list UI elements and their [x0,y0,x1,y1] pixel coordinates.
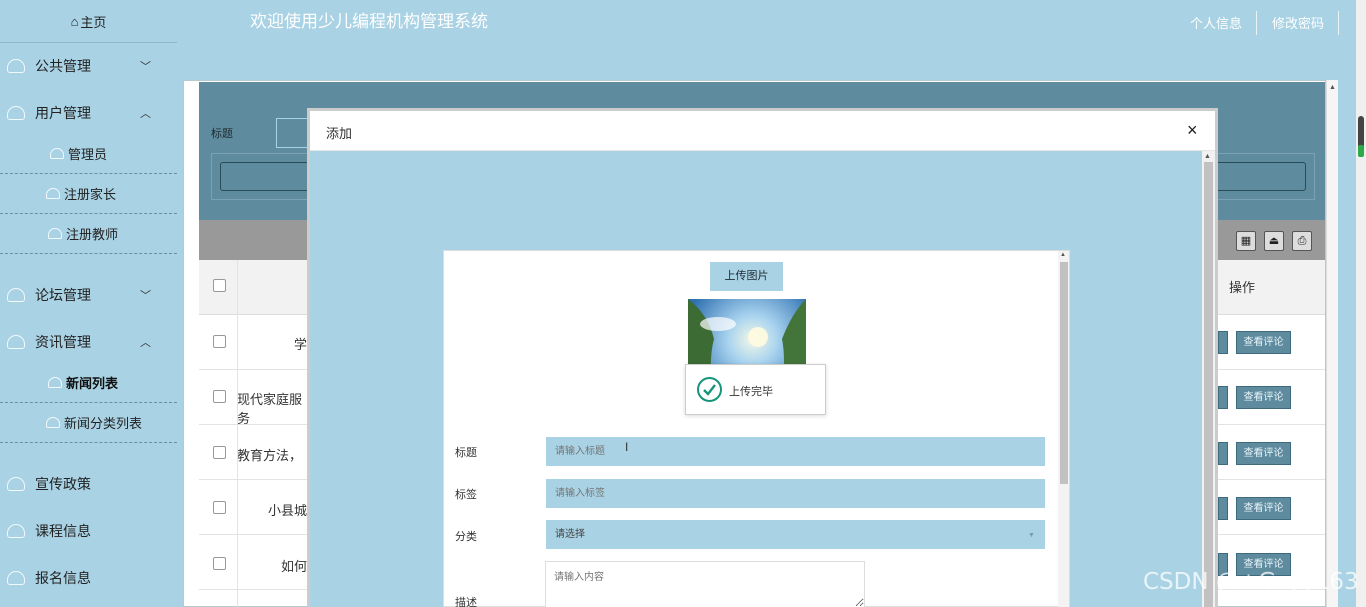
view-comments-button[interactable]: 查看评论 [1236,386,1291,409]
cloud-icon [48,377,62,388]
upload-image-button[interactable]: 上传图片 [710,262,783,291]
cloud-icon [50,148,64,159]
app-title: 欢迎使用少儿编程机构管理系统 [250,12,488,31]
menu-label: 课程信息 [35,523,91,539]
row-checkbox[interactable] [213,501,226,514]
home-icon: ⌂ [70,13,79,29]
row-checkbox[interactable] [213,390,226,403]
category-select[interactable]: 请选择 [546,520,1045,549]
profile-link[interactable]: 个人信息 [1190,13,1242,32]
view-comments-button[interactable]: 查看评论 [1236,497,1291,520]
dialog-title: 添加 [326,126,353,141]
cloud-icon [7,477,25,491]
cloud-icon [46,417,60,428]
view-comments-button[interactable]: 查看评论 [1236,442,1291,465]
close-icon[interactable]: × [1187,120,1198,140]
menu-public-management[interactable]: 公共管理 ﹀ [0,46,177,86]
cloud-icon [7,106,25,120]
category-field-label: 分类 [455,531,477,543]
cloud-icon [7,571,25,585]
menu-courses[interactable]: 课程信息 [0,511,177,551]
export-icon[interactable]: ⏏ [1264,231,1284,251]
scroll-up-icon[interactable]: ▲ [1329,84,1336,91]
sidebar-item-admin[interactable]: 管理员 [0,134,177,174]
cloud-icon [7,59,25,73]
form-scroll-thumb[interactable] [1060,262,1068,484]
sidebar-item-label: 注册教师 [66,227,119,242]
cloud-icon [48,228,62,239]
menu-label: 宣传政策 [35,476,91,492]
menu-label: 报名信息 [35,570,91,586]
cloud-icon [46,188,60,199]
sidebar-item-news-list[interactable]: 新闻列表 [0,363,177,403]
sidebar: ⌂ 主页 公共管理 ﹀ 用户管理 ︿ 管理员 注册家长 注册教师 论坛管理 ﹀ … [0,0,177,607]
home-label: 主页 [80,14,107,30]
menu-label: 论坛管理 [35,287,91,303]
chevron-up-icon: ︿ [140,108,151,120]
scroll-up-icon[interactable]: ▲ [1060,252,1066,258]
row-checkbox[interactable] [213,446,226,459]
page-scrollbar[interactable] [1356,0,1366,607]
row-title: 现代家庭服务 [237,392,303,426]
description-field-label: 描述 [455,597,477,607]
menu-user-management[interactable]: 用户管理 ︿ [0,93,177,133]
sidebar-item-label: 新闻列表 [66,376,119,391]
scroll-up-icon[interactable]: ▲ [1204,153,1211,160]
sidebar-item-teachers[interactable]: 注册教师 [0,214,177,254]
grid-view-icon[interactable]: ▦ [1236,231,1256,251]
scroll-indicator [1358,145,1364,157]
row-title: 小县城 [267,503,307,518]
row-title: 如何 [280,559,307,574]
chevron-up-icon: ︿ [140,337,151,349]
dialog-header [310,111,1215,151]
menu-forum-management[interactable]: 论坛管理 ﹀ [0,275,177,315]
menu-label: 用户管理 [35,105,91,121]
chevron-down-icon[interactable]: ▼ [1028,532,1035,539]
text-cursor-icon: I [625,440,629,454]
change-password-link[interactable]: 修改密码 [1272,13,1324,32]
cloud-icon [7,335,25,349]
menu-enrollment[interactable]: 报名信息 [0,558,177,598]
row-edit-button[interactable] [1218,331,1228,354]
row-edit-button[interactable] [1218,497,1228,520]
menu-policy[interactable]: 宣传政策 [0,464,177,504]
menu-label: 资讯管理 [35,334,91,350]
sidebar-item-label: 新闻分类列表 [64,416,143,431]
description-textarea[interactable] [545,561,865,607]
home-link[interactable]: ⌂ 主页 [0,0,177,43]
row-checkbox[interactable] [213,557,226,570]
view-comments-button[interactable]: 查看评论 [1236,331,1291,354]
search-title-label: 标题 [211,128,233,140]
sidebar-item-news-category[interactable]: 新闻分类列表 [0,403,177,443]
sidebar-item-label: 注册家长 [64,187,117,202]
row-checkbox[interactable] [213,335,226,348]
row-edit-button[interactable] [1218,386,1228,409]
menu-news-management[interactable]: 资讯管理 ︿ [0,322,177,362]
chevron-down-icon: ﹀ [140,61,151,73]
header-divider [1338,11,1339,35]
header-divider [1256,11,1257,35]
toast-message: 上传完毕 [729,386,773,398]
content-scrollbar[interactable] [1326,80,1338,607]
ops-column-header: 操作 [1229,280,1256,295]
title-input[interactable] [546,437,1045,466]
column-divider [237,260,238,607]
title-field-label: 标题 [455,447,477,459]
tag-field-label: 标签 [455,489,477,501]
cloud-icon [7,288,25,302]
check-circle-icon [697,377,722,402]
row-title: 教育方法， [237,448,303,463]
chevron-down-icon: ﹀ [140,290,151,302]
sidebar-item-parents[interactable]: 注册家长 [0,174,177,214]
tag-input[interactable] [546,479,1045,508]
select-all-checkbox[interactable] [213,279,226,292]
menu-label: 公共管理 [35,58,91,74]
row-edit-button[interactable] [1218,442,1228,465]
cloud-icon [7,524,25,538]
dialog-scroll-thumb[interactable] [1204,162,1213,607]
print-icon[interactable]: ⎙ [1292,231,1312,251]
row-title: 学 [293,337,307,352]
sidebar-item-label: 管理员 [68,147,108,162]
watermark: CSDN @+G_yy163 [1143,569,1359,595]
